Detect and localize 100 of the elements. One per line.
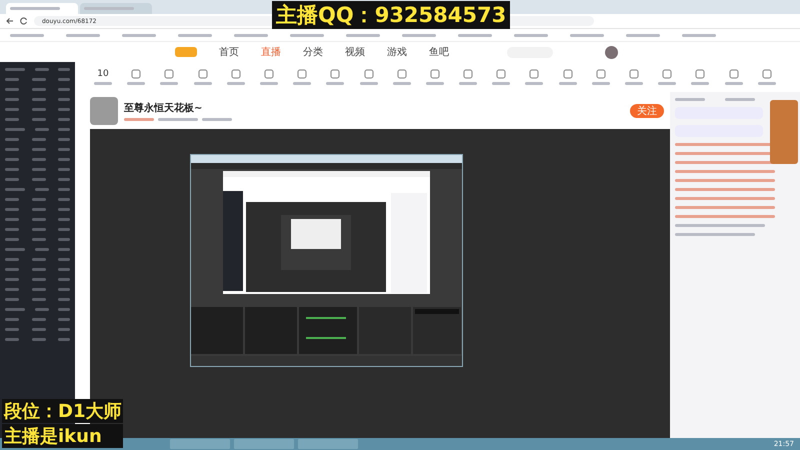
illegible-label: [10, 7, 60, 10]
category-icon[interactable]: [330, 69, 340, 79]
illegible-label: [32, 208, 46, 211]
illegible-label: [58, 208, 70, 211]
illegible-label: [724, 82, 743, 85]
illegible-label: [32, 288, 46, 291]
room-title: 至尊永恒天花板~: [124, 101, 204, 114]
nav-link[interactable]: 视频: [345, 45, 365, 59]
category-icon[interactable]: [762, 69, 772, 79]
category-icon[interactable]: [562, 69, 573, 79]
illegible-label: [5, 278, 19, 281]
category-icon[interactable]: [430, 69, 440, 79]
illegible-label: [32, 278, 46, 281]
illegible-label: [5, 98, 19, 101]
illegible-label: [58, 228, 70, 231]
illegible-label: [514, 34, 548, 36]
category-icon[interactable]: [364, 69, 374, 79]
illegible-label: [58, 288, 70, 291]
illegible-label: [326, 82, 344, 85]
category-icon[interactable]: [297, 69, 308, 79]
illegible-label: [691, 82, 710, 85]
illegible-label: [58, 318, 70, 321]
illegible-label: [58, 248, 70, 251]
illegible-label: [5, 288, 19, 291]
illegible-label: [658, 82, 676, 85]
illegible-label: [5, 248, 25, 251]
illegible-label: [459, 82, 478, 85]
illegible-label: [58, 98, 70, 101]
nav-link[interactable]: 首页: [219, 45, 239, 59]
nav-link[interactable]: 鱼吧: [429, 45, 449, 59]
category-icon[interactable]: [629, 69, 639, 79]
category-icon[interactable]: [198, 69, 208, 79]
category-icon[interactable]: [131, 69, 142, 79]
illegible-label: [32, 108, 46, 111]
category-icon[interactable]: [463, 69, 474, 79]
illegible-label: [5, 298, 19, 301]
illegible-label: [32, 328, 46, 331]
illegible-label: [124, 118, 154, 120]
illegible-label: [5, 138, 19, 141]
illegible-label: [5, 128, 25, 131]
avatar[interactable]: [605, 46, 618, 58]
site-logo[interactable]: [175, 47, 197, 57]
illegible-label: [5, 108, 19, 111]
category-icon[interactable]: [596, 69, 606, 79]
category-icon[interactable]: [695, 69, 706, 79]
illegible-label: [625, 82, 643, 85]
illegible-label: [626, 34, 660, 36]
category-icon[interactable]: [164, 69, 174, 79]
overlay-text: 段位：D1大师: [2, 399, 124, 423]
illegible-label: [32, 98, 46, 101]
illegible-label: [58, 218, 70, 221]
illegible-label: [58, 108, 70, 111]
illegible-label: [58, 278, 70, 281]
illegible-label: [58, 128, 70, 131]
illegible-label: [58, 178, 70, 181]
category-icon[interactable]: [496, 69, 506, 79]
illegible-label: [675, 98, 705, 101]
illegible-label: [32, 168, 46, 171]
illegible-label: [32, 318, 46, 321]
illegible-label: [58, 168, 70, 171]
illegible-label: [5, 158, 19, 161]
back-icon[interactable]: [6, 17, 14, 25]
illegible-label: [260, 82, 278, 85]
illegible-label: [525, 82, 544, 85]
illegible-label: [94, 82, 112, 85]
illegible-label: [290, 34, 324, 36]
category-icon[interactable]: [728, 69, 739, 79]
illegible-label: [426, 82, 444, 85]
avatar: [90, 96, 118, 124]
illegible-label: [58, 198, 70, 201]
nav-link[interactable]: 游戏: [387, 45, 407, 59]
illegible-label: [5, 198, 19, 201]
illegible-label: [592, 82, 610, 85]
illegible-label: [5, 258, 19, 261]
illegible-label: [346, 34, 380, 36]
illegible-label: [32, 218, 46, 221]
illegible-label: [758, 82, 776, 85]
illegible-label: [5, 168, 19, 171]
reload-icon[interactable]: [20, 17, 28, 25]
illegible-label: [122, 34, 156, 36]
category-icon[interactable]: [662, 69, 672, 79]
stat-value: 10: [97, 69, 109, 79]
category-icon[interactable]: [264, 69, 274, 79]
category-icon[interactable]: [529, 69, 540, 79]
illegible-label: [58, 158, 70, 161]
nav-link[interactable]: 分类: [303, 45, 323, 59]
illegible-label: [5, 178, 19, 181]
category-icon[interactable]: [230, 69, 241, 79]
illegible-label: [58, 338, 70, 341]
illegible-label: [194, 82, 212, 85]
illegible-label: [5, 308, 25, 311]
illegible-label: [5, 148, 19, 151]
illegible-label: [34, 128, 48, 131]
illegible-label: [58, 188, 70, 191]
illegible-label: [5, 218, 19, 221]
illegible-label: [725, 98, 755, 101]
category-icon[interactable]: [396, 69, 407, 79]
illegible-label: [58, 238, 70, 241]
illegible-label: [58, 148, 70, 151]
illegible-label: [58, 68, 70, 71]
